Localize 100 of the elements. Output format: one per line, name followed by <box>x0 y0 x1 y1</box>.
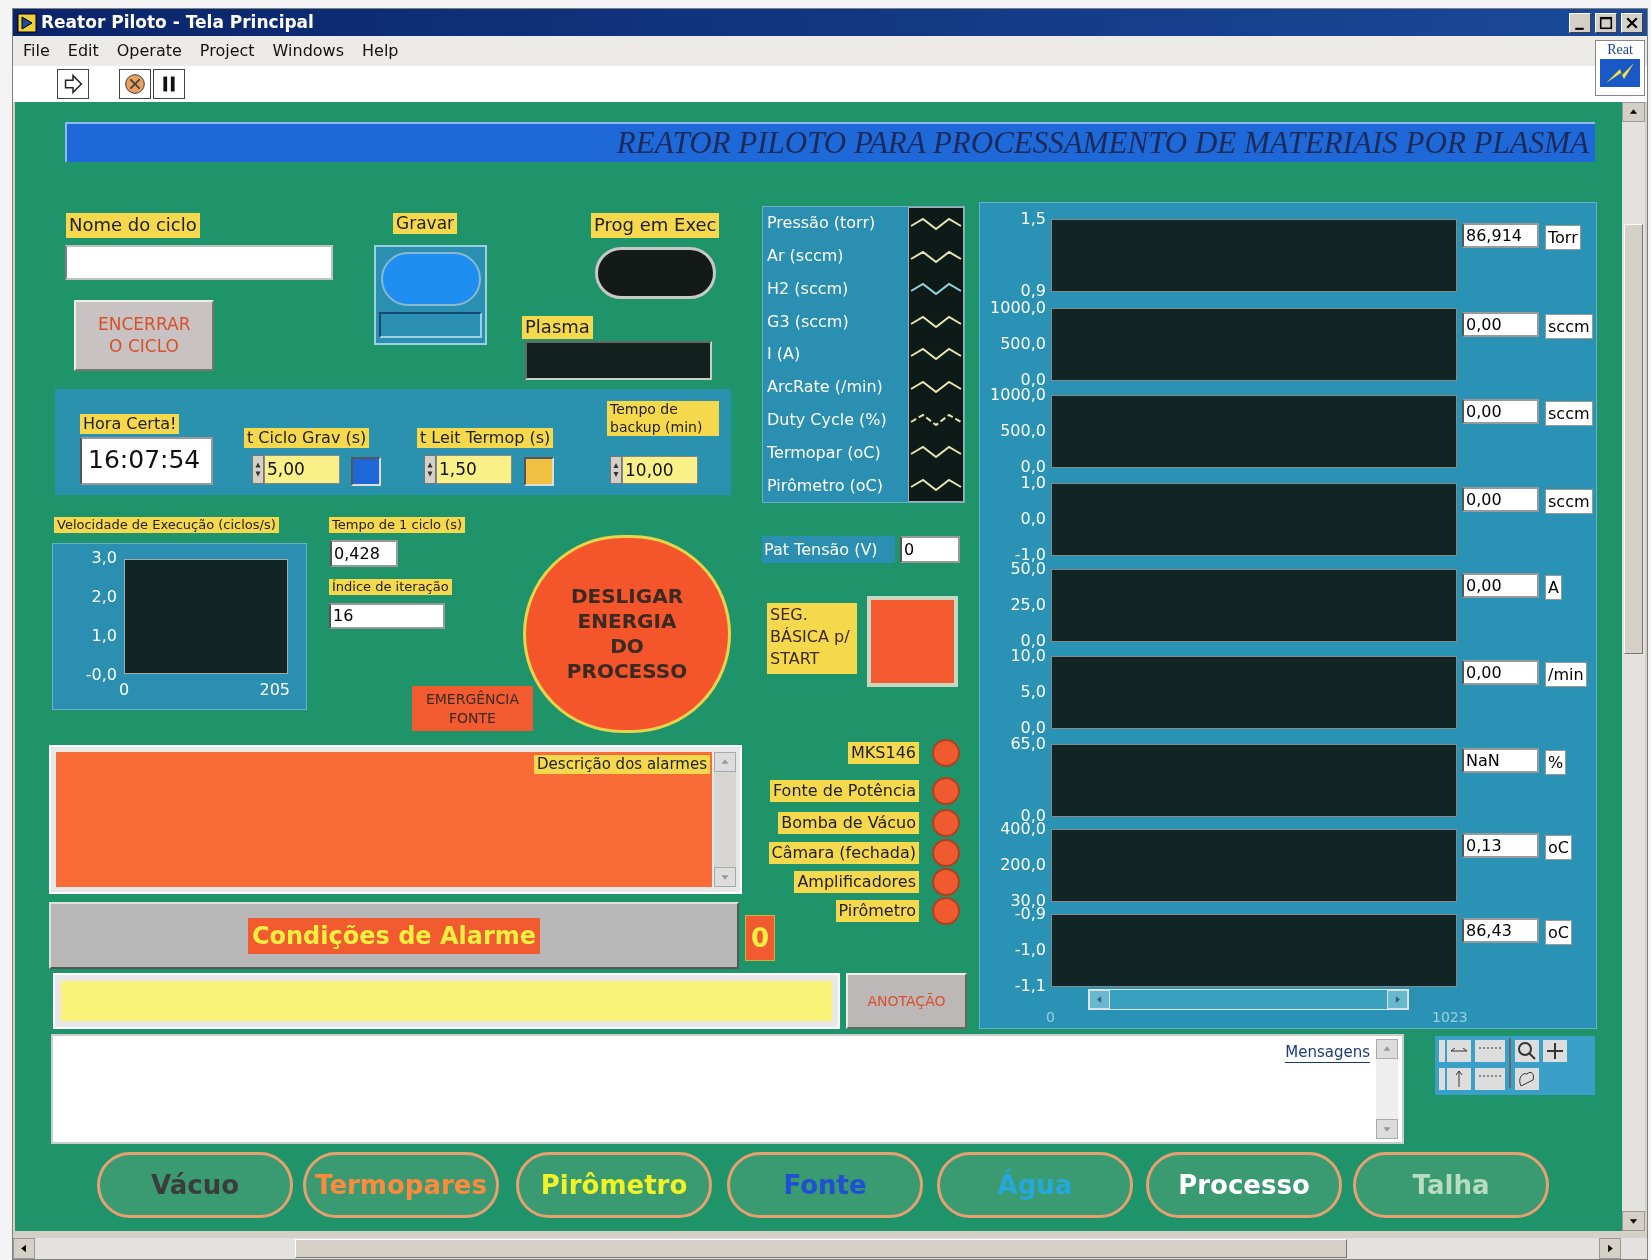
status-label: MKS146 <box>848 742 919 764</box>
legend-label: Pirômetro (oC) <box>767 475 884 496</box>
scroll-down-icon[interactable] <box>1622 1211 1645 1231</box>
shutdown-button[interactable]: DESLIGAR ENERGIA DO PROCESSO <box>523 535 731 733</box>
legend-label: Ar (sccm) <box>767 246 845 267</box>
menu-item[interactable]: Project <box>199 39 255 63</box>
run-arrow-button[interactable] <box>57 69 89 99</box>
axis-tick-label: 65,0 <box>1010 735 1046 752</box>
field-label: Gravar <box>393 213 458 235</box>
legend-label: Pressão (torr) <box>767 213 877 234</box>
graph-palette-drawing[interactable] <box>1435 1036 1595 1095</box>
status-label: Pirômetro <box>835 900 919 922</box>
axis-tick-label: 0 <box>1046 1008 1055 1027</box>
value-display: 86,914 <box>1462 223 1539 248</box>
axis-tick-label: 3,0 <box>91 548 117 568</box>
axis-tick-label: 205 <box>259 679 290 701</box>
alarm-count: 0 <box>745 915 775 961</box>
unit-label: sccm <box>1545 489 1593 514</box>
axis-tick-label: 30,0 <box>1010 892 1046 909</box>
horizontal-scrollbar[interactable] <box>13 1238 1647 1259</box>
field-label: Nome do ciclo <box>66 213 200 238</box>
axis-tick-label: 0,0 <box>1020 807 1046 824</box>
spinner-icon[interactable] <box>610 456 622 484</box>
field-label: t Ciclo Grav (s) <box>244 428 370 448</box>
record-switch[interactable] <box>374 245 487 345</box>
axis-tick-label: 0,0 <box>1020 458 1046 475</box>
scroll-right-icon[interactable] <box>1599 1238 1621 1259</box>
end-cycle-button[interactable]: ENCERRAR O CICLO <box>74 300 214 371</box>
axis-tick-label: 5,0 <box>1020 683 1046 700</box>
annotation-field[interactable] <box>53 973 840 1029</box>
window-title: Reator Piloto - Tela Principal <box>41 14 314 31</box>
emergency-button[interactable]: EMERGÊNCIA FONTE <box>412 686 533 731</box>
nav-button[interactable]: Talha <box>1353 1152 1549 1218</box>
axis-tick-label: 2,0 <box>91 587 117 607</box>
menu-item[interactable]: Operate <box>116 39 182 63</box>
field-label: Hora Certa! <box>80 414 180 434</box>
menu-item[interactable]: Windows <box>272 39 345 63</box>
field-label: Descrição dos alarmes <box>534 755 710 774</box>
status-label: Amplificadores <box>794 871 919 893</box>
unit-label: % <box>1545 750 1567 775</box>
axis-tick-label: 1023 <box>1432 1008 1468 1027</box>
value-display: 0,428 <box>330 540 398 567</box>
axis-tick-label: 0,0 <box>1020 632 1046 649</box>
axis-tick-label: 500,0 <box>1000 335 1046 352</box>
close-icon[interactable] <box>1621 12 1643 33</box>
start-safety-label: SEG. BÁSICA p/ START <box>767 603 857 674</box>
minimize-icon[interactable] <box>1569 12 1591 33</box>
unit-label: sccm <box>1545 314 1593 339</box>
field-label: t Leit Termop (s) <box>417 428 554 448</box>
menu-item[interactable]: Help <box>362 39 399 63</box>
field-label: Índice de iteração <box>329 579 452 596</box>
axis-tick-label: 200,0 <box>1000 856 1046 873</box>
vertical-scrollbar[interactable] <box>1622 102 1645 1231</box>
run-continuously-button[interactable] <box>119 69 151 99</box>
axis-tick-label: 0,0 <box>1020 719 1046 736</box>
value-display: NaN <box>1462 748 1539 773</box>
axis-tick-label: -1,0 <box>1014 941 1046 958</box>
annotation-button[interactable]: ANOTAÇÃO <box>846 973 967 1029</box>
value-display: 16 <box>329 603 445 629</box>
pause-button[interactable] <box>153 69 185 99</box>
nav-button[interactable]: Vácuo <box>97 1152 293 1218</box>
axis-tick-label: 1000,0 <box>990 299 1046 316</box>
menu-item[interactable]: File <box>23 39 50 63</box>
axis-tick-label: 10,0 <box>1010 647 1046 664</box>
menu-item[interactable]: Edit <box>67 39 99 63</box>
axis-tick-label: -1,1 <box>1014 977 1046 994</box>
scroll-up-icon[interactable] <box>1622 102 1645 122</box>
maximize-icon[interactable] <box>1595 12 1617 33</box>
clock-display: 16:07:54 <box>80 437 213 485</box>
axis-tick-label: 1,0 <box>1020 474 1046 491</box>
axis-tick-label: 500,0 <box>1000 422 1046 439</box>
unit-label: A <box>1545 575 1562 600</box>
axis-tick-label: 1,5 <box>1020 210 1046 227</box>
start-safety-button[interactable] <box>867 596 958 687</box>
nav-button[interactable]: Pirômetro <box>516 1152 712 1218</box>
spinner-icon[interactable] <box>252 455 264 484</box>
legend-label: Duty Cycle (%) <box>767 409 888 430</box>
field-label: Plasma <box>522 316 593 339</box>
scroll-thumb[interactable] <box>295 1239 1347 1258</box>
unit-label: oC <box>1545 920 1572 945</box>
axis-tick-label: 25,0 <box>1010 596 1046 613</box>
messages-label: Mensagens <box>1285 1043 1370 1063</box>
scroll-left-icon[interactable] <box>13 1238 35 1259</box>
field-label: Tempo de 1 ciclo (s) <box>329 517 466 534</box>
axis-tick-label: 1000,0 <box>990 386 1046 403</box>
status-label: Bomba de Vácuo <box>778 812 919 834</box>
axis-tick-label: 0,0 <box>1020 371 1046 388</box>
value-display: 0,13 <box>1462 833 1539 858</box>
field-label: Velocidade de Execução (ciclos/s) <box>54 517 279 534</box>
scroll-thumb[interactable] <box>1624 224 1643 654</box>
unit-label: oC <box>1545 835 1572 860</box>
status-label: Fonte de Potência <box>769 780 919 802</box>
axis-tick-label: 0 <box>119 679 130 701</box>
spinner-icon[interactable] <box>424 455 436 484</box>
unit-label: Torr <box>1545 225 1581 250</box>
input-field[interactable] <box>65 245 333 280</box>
axis-tick-label: 0,9 <box>1020 282 1046 299</box>
value-display: 0,00 <box>1462 573 1539 598</box>
banner-title: REATOR PILOTO PARA PROCESSAMENTO DE MATERIAIS POR PLASMA <box>65 122 1595 162</box>
nav-button[interactable]: Processo <box>1146 1152 1342 1218</box>
